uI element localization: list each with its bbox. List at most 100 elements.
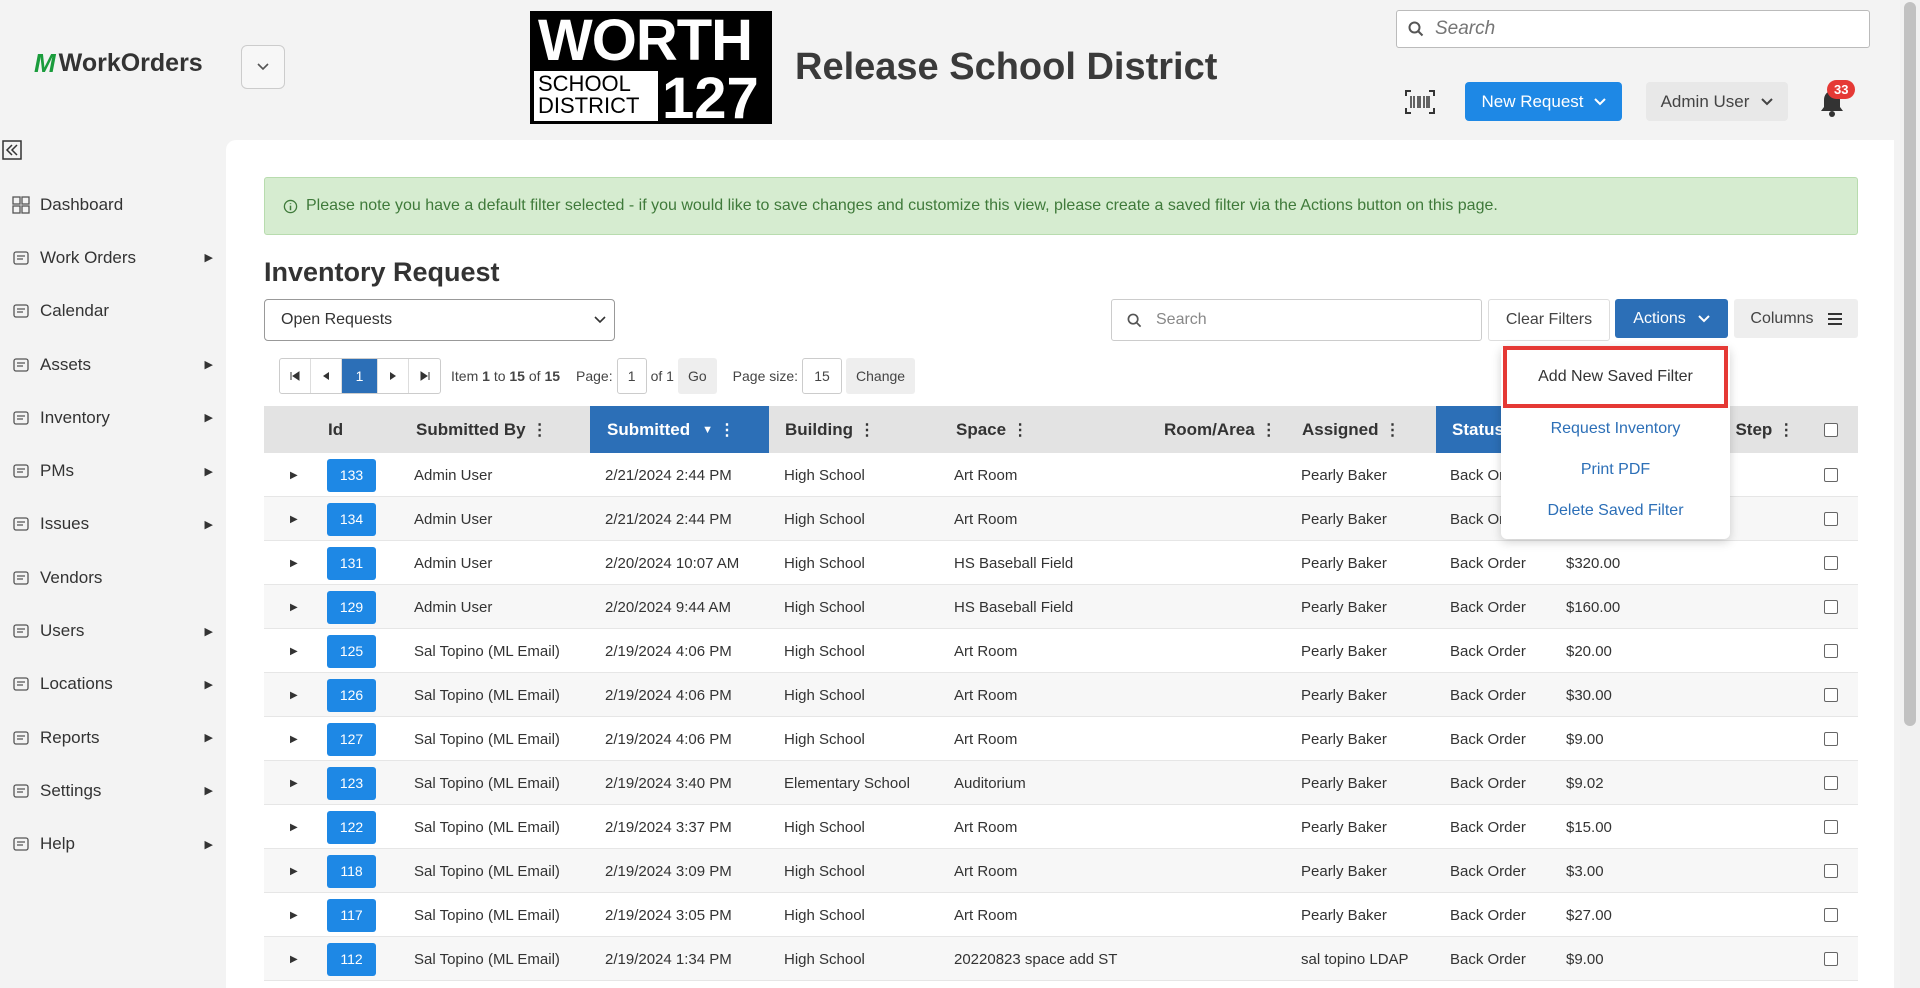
row-checkbox[interactable] (1824, 600, 1838, 614)
expand-row-icon[interactable]: ▶ (290, 910, 298, 921)
column-header-status[interactable]: Status (1436, 406, 1506, 453)
table-row[interactable]: ▶ 126 Sal Topino (ML Email) 2/19/2024 4:06 … (264, 673, 1858, 717)
expand-row-icon[interactable]: ▶ (290, 558, 298, 569)
request-id-button[interactable]: 117 (327, 898, 376, 932)
request-id-button[interactable]: 133 (327, 458, 376, 492)
request-id-button[interactable]: 127 (327, 722, 376, 756)
select-all-checkbox[interactable] (1824, 406, 1838, 453)
row-checkbox[interactable] (1824, 468, 1838, 482)
sidebar-item-pms[interactable]: PMs ▶ (0, 444, 225, 497)
row-checkbox[interactable] (1824, 952, 1838, 966)
page-size-input[interactable]: 15 (802, 358, 843, 394)
request-id-button[interactable]: 123 (327, 766, 376, 800)
column-menu-icon[interactable]: ⋮ (859, 420, 875, 440)
saved-filter-select[interactable]: Open Requests (264, 299, 615, 341)
request-id-button[interactable]: 126 (327, 678, 376, 712)
table-row[interactable]: ▶ 122 Sal Topino (ML Email) 2/19/2024 3:37 … (264, 805, 1858, 849)
table-row[interactable]: ▶ 131 Admin User 2/20/2024 10:07 AM High Sch… (264, 541, 1858, 585)
expand-row-icon[interactable]: ▶ (290, 602, 298, 613)
expand-row-icon[interactable]: ▶ (290, 514, 298, 525)
prev-page-button[interactable] (311, 359, 342, 393)
request-id-button[interactable]: 134 (327, 502, 376, 536)
column-header-assigned[interactable]: Assigned ⋮ (1302, 406, 1401, 453)
column-header-space[interactable]: Space ⋮ (956, 406, 1028, 453)
grid-search-input[interactable]: Search (1111, 299, 1482, 341)
add-new-saved-filter-item[interactable]: Add New Saved Filter (1503, 346, 1728, 408)
global-search-input[interactable] (1435, 18, 1855, 40)
request-id-button[interactable]: 112 (327, 942, 376, 976)
expand-row-icon[interactable]: ▶ (290, 734, 298, 745)
sidebar-item-issues[interactable]: Issues ▶ (0, 498, 225, 551)
expand-row-icon[interactable]: ▶ (290, 646, 298, 657)
last-page-button[interactable] (409, 359, 440, 393)
first-page-button[interactable] (280, 359, 311, 393)
request-id-button[interactable]: 131 (327, 546, 376, 580)
sidebar-item-dashboard[interactable]: Dashboard (0, 178, 225, 231)
sidebar-item-settings[interactable]: Settings ▶ (0, 764, 225, 817)
column-header-step[interactable]: l Step ⋮ (1726, 406, 1794, 453)
table-row[interactable]: ▶ 117 Sal Topino (ML Email) 2/19/2024 3:05 … (264, 893, 1858, 937)
page-number-input[interactable]: 1 (616, 358, 647, 394)
row-checkbox[interactable] (1824, 556, 1838, 570)
table-row[interactable]: ▶ 123 Sal Topino (ML Email) 2/19/2024 3:40 … (264, 761, 1858, 805)
new-request-button[interactable]: New Request (1465, 82, 1622, 121)
expand-row-icon[interactable]: ▶ (290, 822, 298, 833)
column-menu-icon[interactable]: ⋮ (532, 420, 548, 440)
expand-row-icon[interactable]: ▶ (290, 690, 298, 701)
expand-row-icon[interactable]: ▶ (290, 470, 298, 481)
row-checkbox[interactable] (1824, 644, 1838, 658)
request-inventory-item[interactable]: Request Inventory (1501, 408, 1730, 449)
column-header-submitted[interactable]: Submitted ▼ ⋮ (590, 406, 769, 453)
table-row[interactable]: ▶ 118 Sal Topino (ML Email) 2/19/2024 3:09 … (264, 849, 1858, 893)
row-checkbox[interactable] (1824, 820, 1838, 834)
column-menu-icon[interactable]: ⋮ (1778, 420, 1794, 440)
sidebar-item-locations[interactable]: Locations ▶ (0, 658, 225, 711)
table-row[interactable]: ▶ 125 Sal Topino (ML Email) 2/19/2024 4:06 … (264, 629, 1858, 673)
scrollbar-thumb[interactable] (1904, 2, 1916, 726)
column-header-building[interactable]: Building ⋮ (785, 406, 875, 453)
sidebar-item-reports[interactable]: Reports ▶ (0, 711, 225, 764)
request-id-button[interactable]: 125 (327, 634, 376, 668)
expand-row-icon[interactable]: ▶ (290, 778, 298, 789)
user-menu-button[interactable]: Admin User (1646, 82, 1788, 121)
row-checkbox[interactable] (1824, 512, 1838, 526)
row-checkbox[interactable] (1824, 688, 1838, 702)
print-pdf-item[interactable]: Print PDF (1501, 449, 1730, 490)
go-button[interactable]: Go (677, 358, 717, 394)
request-id-button[interactable]: 122 (327, 810, 376, 844)
row-checkbox[interactable] (1824, 908, 1838, 922)
workorders-logo[interactable]: M WorkOrders (34, 48, 203, 79)
column-menu-icon[interactable]: ⋮ (1261, 420, 1277, 440)
column-header-id[interactable]: Id (328, 406, 343, 453)
columns-button[interactable]: Columns (1734, 299, 1858, 338)
table-row[interactable]: ▶ 129 Admin User 2/20/2024 9:44 AM High Scho… (264, 585, 1858, 629)
column-menu-icon[interactable]: ⋮ (1012, 420, 1028, 440)
clear-filters-button[interactable]: Clear Filters (1488, 299, 1610, 341)
collapse-sidebar-icon[interactable] (2, 140, 22, 160)
delete-saved-filter-item[interactable]: Delete Saved Filter (1501, 490, 1730, 531)
column-menu-icon[interactable]: ⋮ (1385, 420, 1401, 440)
row-checkbox[interactable] (1824, 776, 1838, 790)
expand-row-icon[interactable]: ▶ (290, 954, 298, 965)
sidebar-item-help[interactable]: Help ▶ (0, 818, 225, 871)
change-page-size-button[interactable]: Change (846, 358, 916, 394)
next-page-button[interactable] (378, 359, 409, 393)
checkbox[interactable] (1824, 422, 1838, 437)
column-header-room-area[interactable]: Room/Area ⋮ (1164, 406, 1277, 453)
global-search[interactable] (1396, 10, 1870, 48)
actions-button[interactable]: Actions (1615, 299, 1728, 338)
request-id-button[interactable]: 129 (327, 590, 376, 624)
sidebar-item-assets[interactable]: Assets ▶ (0, 338, 225, 391)
request-id-button[interactable]: 118 (327, 854, 376, 888)
column-header-submitted-by[interactable]: Submitted By ⋮ (416, 406, 548, 453)
current-page-button[interactable]: 1 (342, 359, 378, 393)
sidebar-item-inventory[interactable]: Inventory ▶ (0, 391, 225, 444)
column-menu-icon[interactable]: ⋮ (719, 420, 735, 440)
app-switcher-dropdown[interactable] (241, 45, 285, 89)
row-checkbox[interactable] (1824, 732, 1838, 746)
page-scrollbar[interactable] (1900, 0, 1920, 988)
row-checkbox[interactable] (1824, 864, 1838, 878)
sidebar-item-calendar[interactable]: Calendar (0, 285, 225, 338)
barcode-scanner-icon[interactable] (1405, 90, 1435, 114)
table-row[interactable]: ▶ 127 Sal Topino (ML Email) 2/19/2024 4:06 … (264, 717, 1858, 761)
